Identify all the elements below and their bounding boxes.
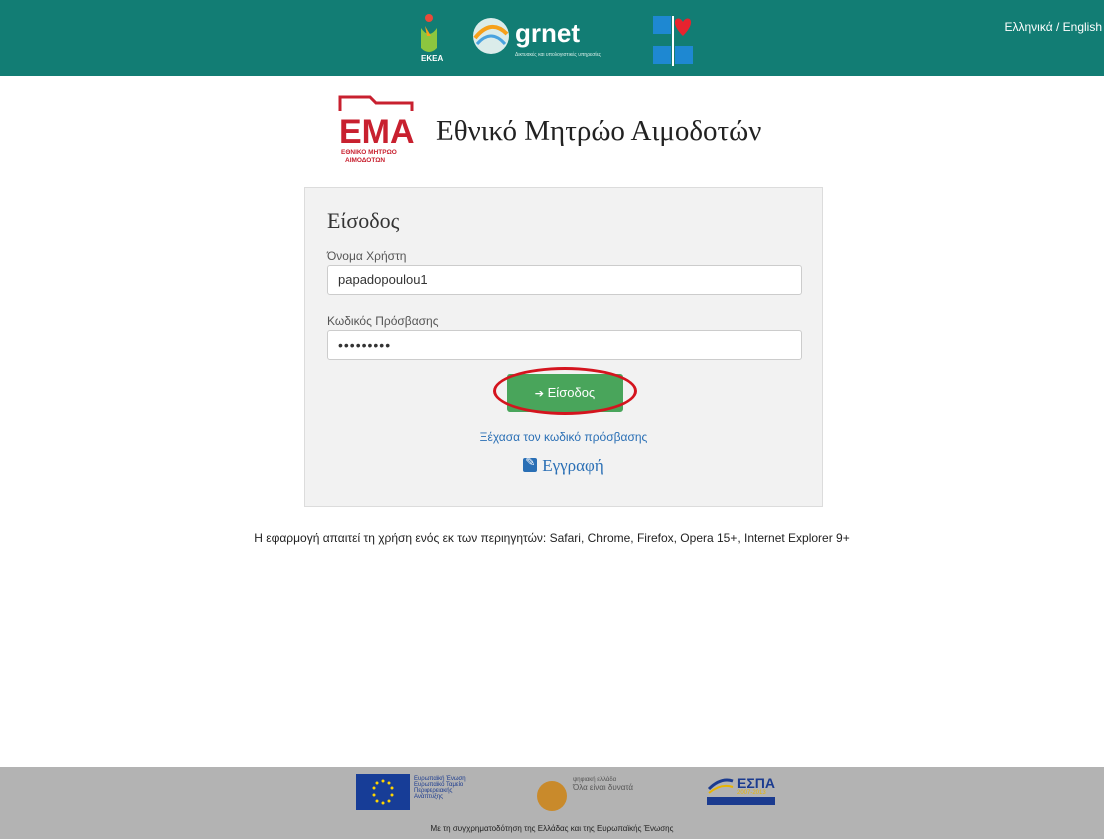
login-heading: Είσοδος [327,208,400,233]
digital-greece-icon [537,781,567,811]
highlight-circle [493,367,637,415]
brand-header: ΕΜΑ ΕΘΝΙΚΟ ΜΗΤΡΩΟ ΑΙΜΟΔΟΤΩΝ Εθνικό Μητρώ… [336,93,816,165]
eu-flag-icon [356,774,410,810]
grnet-wordmark: grnet [515,18,580,48]
forgot-password-label: Ξέχασα τον κωδικό πρόσβασης [479,430,648,444]
ema-logo: ΕΜΑ ΕΘΝΙΚΟ ΜΗΤΡΩΟ ΑΙΜΟΔΟΤΩΝ [338,95,415,164]
register-label: Εγγραφή [542,456,604,475]
ekea-label: ΕΚΕΑ [421,54,444,63]
edit-icon [523,455,538,472]
health-ministry-logo [653,16,693,66]
espa-text: ΕΣΠΑ [737,775,775,791]
ema-logo-text: ΕΜΑ [339,113,415,151]
language-switch[interactable]: Ελληνικά / English [1005,20,1103,34]
partner-logos: ΕΚΕΑ grnet Δικτυακές και υπολογιστικές υ… [417,10,707,70]
ema-logo-subtitle-2: ΑΙΜΟΔΟΤΩΝ [345,157,385,164]
grnet-logo-mark [473,18,509,54]
register-link[interactable]: Εγγραφή [305,455,822,476]
footer: Ευρωπαϊκή Ένωση Ευρωπαϊκό Ταμείο Περιφερ… [0,767,1104,839]
username-input[interactable]: papadopoulou1 [327,265,802,295]
password-input[interactable]: ••••••••• [327,330,802,360]
browser-requirements-notice: Η εφαρμογή απαιτεί τη χρήση ενός εκ των … [254,531,850,545]
forgot-password-link[interactable]: Ξέχασα τον κωδικό πρόσβασης [305,430,822,444]
top-header-bar: ΕΚΕΑ grnet Δικτυακές και υπολογιστικές υ… [0,0,1104,76]
footer-caption: Με τη συγχρηματοδότηση της Ελλάδας και τ… [430,824,674,833]
login-panel: Είσοδος Όνομα Χρήστη papadopoulou1 Κωδικ… [304,187,823,507]
grnet-tagline: Δικτυακές και υπολογιστικές υπηρεσίες [515,52,602,58]
espa-swoosh-icon [707,778,734,794]
password-label: Κωδικός Πρόσβασης [327,314,439,328]
page-title: Εθνικό Μητρώο Αιμοδοτών [436,115,762,147]
digital-greece-line-2: Όλα είναι δυνατά [573,783,634,792]
username-label: Όνομα Χρήστη [327,249,407,263]
eu-text: Ευρωπαϊκή Ένωση Ευρωπαϊκό Ταμείο Περιφερ… [414,776,466,800]
digital-greece-text: ψηφιακή ελλάδα Όλα είναι δυνατά [573,777,634,792]
espa-bar [707,797,775,805]
espa-years: 2007-2013 [737,790,766,796]
ema-logo-subtitle-1: ΕΘΝΙΚΟ ΜΗΤΡΩΟ [341,149,397,156]
espa-logo: ΕΣΠΑ 2007-2013 [707,775,775,811]
